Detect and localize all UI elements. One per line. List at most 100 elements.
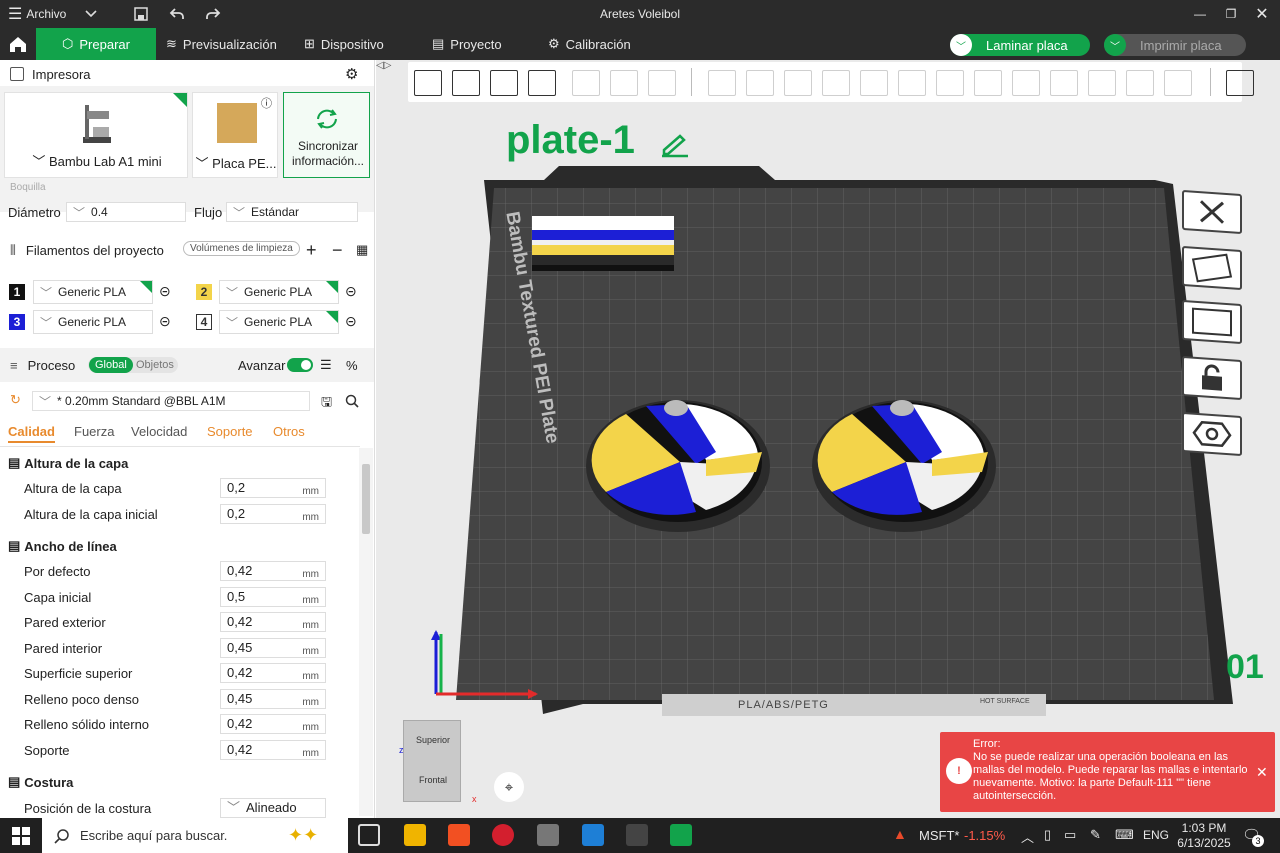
tab-preview[interactable]: ≋ Previsualización [158, 28, 288, 60]
objects-toggle[interactable]: Objetos [136, 359, 174, 371]
close-notification-icon[interactable]: ✕ [1256, 764, 1268, 781]
flow-select[interactable]: ﹀ Estándar [226, 202, 358, 222]
tab-device[interactable]: ⊞ Dispositivo [296, 28, 396, 60]
save-preset-icon[interactable]: 🖫 [321, 393, 332, 415]
undo-icon[interactable] [166, 0, 188, 28]
filament-select[interactable]: ﹀ Generic PLA [219, 310, 339, 334]
settings-gear-icon[interactable]: ⚙ [345, 65, 358, 83]
windows-taskbar: Escribe aquí para buscar. ✦✦ ▲ MSFT* -1.… [0, 818, 1280, 853]
store-icon[interactable] [448, 824, 470, 846]
filament-select[interactable]: ﹀ Generic PLA [33, 280, 153, 304]
dropdown-icon[interactable]: ﹀ [1104, 34, 1126, 56]
purge-volumes-button[interactable]: Volúmenes de limpieza [183, 241, 300, 256]
tab-calibration[interactable]: ⚙ Calibración [540, 28, 640, 60]
remove-icon[interactable]: − [332, 240, 343, 261]
auto-orient-plate-button[interactable] [1182, 245, 1242, 291]
taskbar-search[interactable]: Escribe aquí para buscar. ✦✦ [42, 818, 348, 853]
printer-card[interactable]: ﹀ Bambu Lab A1 mini [4, 92, 188, 178]
task-view-icon[interactable] [358, 824, 380, 846]
setting-input[interactable]: 0,2 mm [220, 478, 326, 498]
filament-select[interactable]: ﹀ Generic PLA [219, 280, 339, 304]
tab-prepare[interactable]: ⬡ Preparar [36, 28, 156, 60]
setting-input[interactable]: 0,42 mm [220, 612, 326, 632]
stock-symbol[interactable]: MSFT* [919, 828, 959, 843]
global-toggle[interactable]: Global [89, 357, 133, 373]
setting-input[interactable]: 0,42 mm [220, 714, 326, 734]
stock-change: -1.15% [964, 828, 1006, 843]
save-icon[interactable] [130, 0, 152, 28]
setting-input[interactable]: 0,5 mm [220, 587, 326, 607]
file-menu[interactable]: ☰ Archivo [8, 0, 78, 28]
reset-icon[interactable]: ↻ [10, 392, 21, 408]
view-cube[interactable]: Superior Frontal z [399, 720, 462, 802]
plate-settings-icon[interactable] [1182, 411, 1242, 457]
setting-select[interactable]: ﹀ Alineado [220, 798, 326, 818]
info-icon[interactable]: ⓘ [261, 95, 272, 111]
keyboard-icon[interactable]: ⌨ [1115, 827, 1134, 843]
tab-strength[interactable]: Fuerza [74, 424, 114, 439]
scrollbar-thumb[interactable] [362, 464, 370, 534]
copilot-icon[interactable]: ✦✦ [288, 825, 318, 846]
language-indicator[interactable]: ENG [1143, 828, 1169, 842]
add-icon[interactable]: + [306, 240, 317, 261]
lock-icon[interactable] [1182, 355, 1242, 401]
bambu-studio-icon[interactable] [670, 824, 692, 846]
tab-quality[interactable]: Calidad [8, 424, 55, 443]
tab-speed[interactable]: Velocidad [131, 424, 187, 439]
plate-card[interactable]: ⓘ ﹀ Placa PE... [192, 92, 278, 178]
more-icon[interactable]: ⊝ [345, 283, 357, 300]
setting-input[interactable]: 0,42 mm [220, 740, 326, 760]
setting-input[interactable]: 0,42 mm [220, 561, 326, 581]
app-icon[interactable] [582, 824, 604, 846]
app-icon[interactable] [626, 824, 648, 846]
fit-view-icon[interactable]: ⌖ [494, 772, 524, 802]
setting-input[interactable]: 0,45 mm [220, 689, 326, 709]
close-icon[interactable]: ✕ [1252, 0, 1272, 28]
file-explorer-icon[interactable] [404, 824, 426, 846]
setting-input[interactable]: 0,45 mm [220, 638, 326, 658]
3d-viewport[interactable]: ◁▷ plate-1 Bambu Textured PEI Plate PLA/… [376, 60, 1280, 818]
group-line-width: ▤ Ancho de línea [8, 538, 117, 554]
device-tray-icon[interactable]: ▯ [1044, 827, 1051, 843]
search-icon[interactable] [345, 394, 359, 408]
app-icon[interactable] [537, 824, 559, 846]
redo-icon[interactable] [202, 0, 224, 28]
filament-select[interactable]: ﹀ Generic PLA [33, 310, 153, 334]
minimize-icon[interactable]: — [1190, 0, 1210, 28]
scrollbar[interactable] [359, 448, 373, 816]
view-cube-top[interactable]: Superior [404, 735, 462, 745]
diameter-select[interactable]: ﹀ 0.4 [66, 202, 186, 222]
opera-icon[interactable] [492, 824, 514, 846]
chevron-down-icon[interactable] [80, 0, 102, 28]
slice-plate-button[interactable]: ﹀ Laminar placa [950, 34, 1090, 56]
process-preset-select[interactable]: ﹀ * 0.20mm Standard @BBL A1M [32, 391, 310, 411]
volleyball-earring-left[interactable] [586, 392, 772, 536]
view-cube-front[interactable]: Frontal [404, 775, 462, 785]
sync-info-button[interactable]: Sincronizar información... [283, 92, 370, 178]
tab-project[interactable]: ▤ Proyecto [424, 28, 514, 60]
setting-input[interactable]: 0,2 mm [220, 504, 326, 524]
more-icon[interactable]: ⊝ [159, 283, 171, 300]
tab-others[interactable]: Otros [273, 424, 305, 439]
clock[interactable]: 1:03 PM 6/13/2025 [1176, 821, 1232, 851]
setting-input[interactable]: 0,42 mm [220, 663, 326, 683]
more-icon[interactable]: ⊝ [345, 313, 357, 330]
print-plate-button[interactable]: ﹀ Imprimir placa [1104, 34, 1246, 56]
sync-filament-icon[interactable]: ▦ [356, 242, 368, 258]
more-icon[interactable]: ⊝ [159, 313, 171, 330]
windows-start-icon[interactable] [12, 827, 30, 845]
tab-support[interactable]: Soporte [207, 424, 253, 439]
tray-chevron-icon[interactable]: ︿ [1021, 827, 1034, 846]
arrange-plate-button[interactable] [1182, 299, 1242, 345]
close-plate-button[interactable] [1182, 189, 1242, 235]
pen-icon[interactable]: ✎ [1090, 827, 1101, 843]
list-icon[interactable]: ☰ [320, 357, 332, 373]
battery-icon[interactable]: ▭ [1064, 827, 1076, 843]
volleyball-earring-right[interactable] [812, 392, 998, 536]
dropdown-icon[interactable]: ﹀ [950, 34, 972, 56]
restore-icon[interactable]: ❐ [1220, 0, 1242, 28]
divider [0, 446, 360, 447]
advanced-switch[interactable] [287, 358, 313, 372]
percent-icon[interactable]: % [346, 358, 358, 373]
home-icon[interactable] [0, 28, 36, 60]
